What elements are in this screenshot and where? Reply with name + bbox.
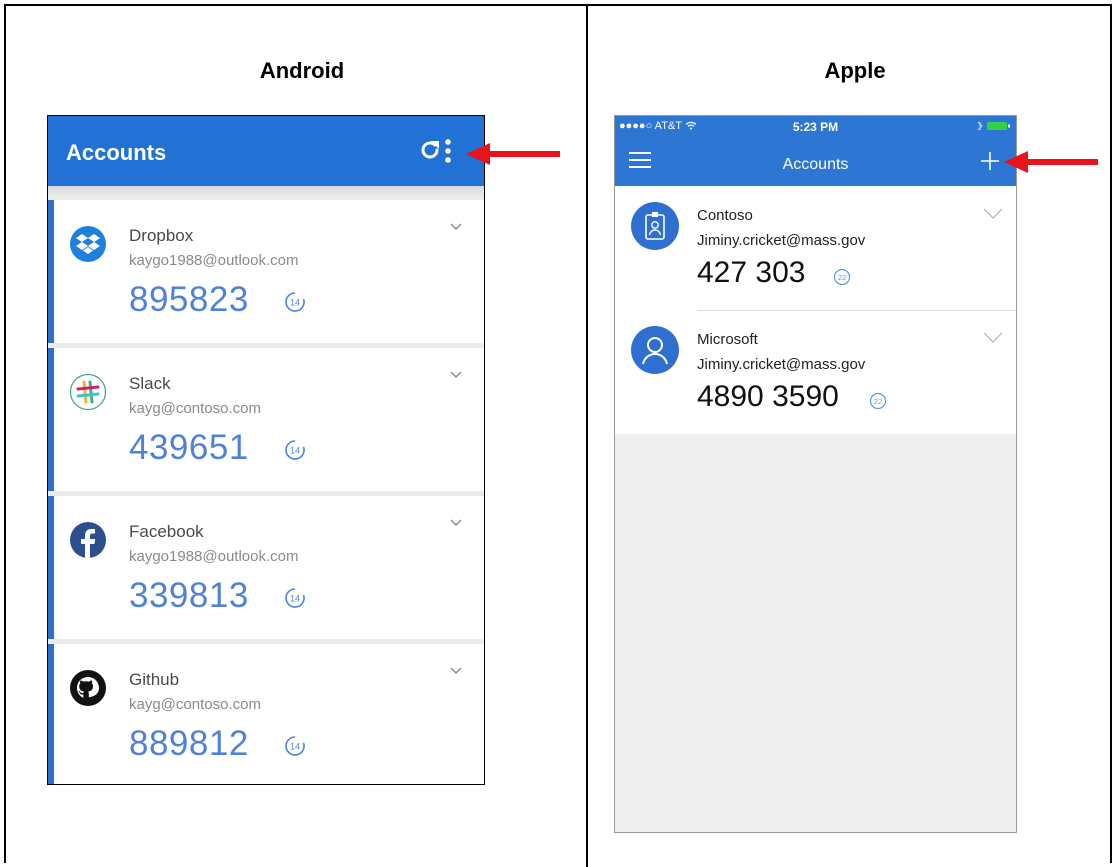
account-email: Jiminy.cricket@mass.gov: [697, 356, 866, 373]
apple-heading: Apple: [824, 58, 886, 83]
chevron-down-icon[interactable]: [449, 518, 463, 528]
android-app-bar: Accounts: [48, 116, 484, 186]
svg-text:22: 22: [874, 397, 882, 406]
chevron-down-icon[interactable]: [983, 208, 1003, 220]
account-email: kaygo1988@outlook.com: [129, 548, 299, 565]
account-email: kayg@contoso.com: [129, 400, 261, 417]
one-time-code: 895823: [129, 280, 249, 319]
android-screen: Accounts Dropbox kaygo1988@outlook.com 8…: [47, 115, 485, 785]
android-page-title: Accounts: [66, 140, 167, 165]
ios-nav-bar: ●●●●○ AT&T 5:23 PM Accounts: [615, 116, 1016, 186]
account-name: Microsoft: [697, 331, 758, 348]
column-divider: [586, 4, 588, 867]
account-email: Jiminy.cricket@mass.gov: [697, 232, 866, 249]
countdown-timer: 22: [833, 268, 851, 286]
account-list: Contoso Jiminy.cricket@mass.gov 427 303 …: [615, 186, 1016, 434]
callout-arrow-android: [466, 143, 560, 165]
battery-icon: [977, 121, 1010, 131]
account-name: Slack: [129, 374, 171, 393]
ios-page-title: Accounts: [782, 156, 849, 173]
chevron-down-icon[interactable]: [449, 370, 463, 380]
svg-text:14: 14: [290, 298, 300, 308]
countdown-timer: 14: [285, 440, 305, 460]
refresh-icon[interactable]: [418, 138, 442, 162]
svg-text:14: 14: [290, 742, 300, 752]
person-icon: [642, 337, 668, 365]
one-time-code: 339813: [129, 576, 249, 615]
countdown-timer: 22: [869, 392, 887, 410]
app-bar-shadow: [48, 186, 484, 196]
countdown-timer: 14: [285, 736, 305, 756]
account-email: kayg@contoso.com: [129, 696, 261, 713]
plus-icon[interactable]: [981, 152, 999, 170]
chevron-down-icon[interactable]: [449, 666, 463, 676]
chevron-down-icon[interactable]: [983, 332, 1003, 344]
slack-icon: [69, 373, 107, 411]
one-time-code: 439651: [129, 428, 249, 467]
svg-text:14: 14: [290, 446, 300, 456]
one-time-code: 889812: [129, 724, 249, 763]
github-icon: [70, 670, 106, 706]
account-row-microsoft[interactable]: Microsoft Jiminy.cricket@mass.gov 4890 3…: [615, 310, 1016, 434]
account-card-slack[interactable]: Slack kayg@contoso.com 439651 14: [48, 348, 484, 491]
one-time-code: 4890 3590: [697, 380, 839, 413]
countdown-timer: 14: [285, 588, 305, 608]
account-row-contoso[interactable]: Contoso Jiminy.cricket@mass.gov 427 303 …: [615, 186, 1016, 311]
apple-screen: ●●●●○ AT&T 5:23 PM Accounts Contoso Jimi…: [614, 115, 1017, 833]
chevron-down-icon[interactable]: [449, 222, 463, 232]
account-avatar: [631, 202, 679, 250]
account-card-dropbox[interactable]: Dropbox kaygo1988@outlook.com 895823 14: [48, 200, 484, 343]
account-email: kaygo1988@outlook.com: [129, 252, 299, 269]
more-vertical-icon[interactable]: [440, 136, 456, 166]
account-avatar: [631, 326, 679, 374]
callout-arrow-apple: [1004, 151, 1098, 173]
account-card-github[interactable]: Github kayg@contoso.com 889812 14: [48, 644, 484, 784]
account-name: Contoso: [697, 207, 753, 224]
countdown-timer: 14: [285, 292, 305, 312]
facebook-icon: [70, 522, 106, 558]
svg-text:14: 14: [290, 594, 300, 604]
svg-text:22: 22: [838, 273, 846, 282]
account-name: Github: [129, 670, 180, 689]
one-time-code: 427 303: [697, 256, 806, 289]
android-heading: Android: [259, 58, 345, 83]
account-card-facebook[interactable]: Facebook kaygo1988@outlook.com 339813 14: [48, 496, 484, 639]
account-name: Facebook: [129, 522, 204, 541]
badge-icon: [645, 212, 665, 240]
status-time: 5:23 PM: [792, 120, 839, 134]
dropbox-icon: [70, 226, 106, 262]
account-name: Dropbox: [129, 226, 194, 245]
